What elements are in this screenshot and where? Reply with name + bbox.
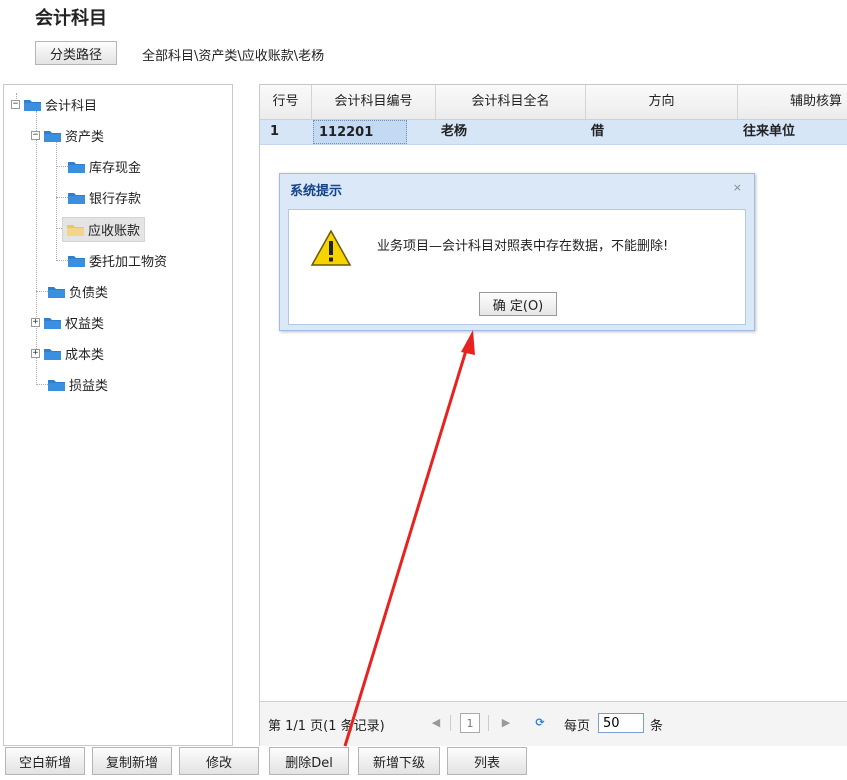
per-page-label: 每页 — [564, 719, 591, 734]
current-page-number[interactable]: 1 — [460, 713, 480, 733]
collapse-icon[interactable]: − — [11, 99, 20, 109]
tree-node-label: 应收账款 — [88, 223, 141, 239]
tree-node-cash[interactable]: 库存现金 — [68, 155, 141, 177]
tree-node-cost[interactable]: + 成本类 — [31, 342, 104, 364]
folder-icon — [68, 160, 85, 173]
pagination-bar: 第 1/1 页(1 条记录) ◀ 1 ▶ ⟳ 每页 条 — [260, 701, 847, 746]
category-path-button[interactable]: 分类路径 — [35, 41, 117, 65]
open-folder-icon — [67, 223, 84, 236]
folder-icon — [48, 378, 65, 391]
dialog-title: 系统提示 — [290, 184, 343, 199]
folder-icon — [68, 254, 85, 267]
page-title: 会计科目 — [35, 8, 107, 29]
add-child-button[interactable]: 新增下级 — [358, 747, 440, 775]
column-header-code[interactable]: 会计科目编号 — [312, 85, 436, 119]
tree-node-label: 库存现金 — [89, 160, 142, 176]
column-header-aux[interactable]: 辅助核算 — [738, 85, 847, 119]
tree-node-label: 银行存款 — [89, 191, 142, 207]
pager-divider — [450, 715, 451, 731]
refresh-icon[interactable]: ⟳ — [530, 713, 550, 733]
system-alert-dialog: 系统提示 × 业务项目—会计科目对照表中存在数据，不能删除! 确 定(O) — [279, 173, 755, 331]
tree-node-bank-deposit[interactable]: 银行存款 — [68, 186, 141, 208]
collapse-icon[interactable]: − — [31, 130, 40, 140]
folder-icon — [68, 191, 85, 204]
dialog-body: 业务项目—会计科目对照表中存在数据，不能删除! 确 定(O) — [288, 209, 746, 325]
expand-icon[interactable]: + — [31, 348, 40, 358]
folder-icon — [44, 347, 61, 360]
tree-node-liabilities[interactable]: 负债类 — [48, 280, 108, 302]
table-row[interactable]: 1 112201 老杨 借 往来单位 — [260, 120, 847, 145]
list-button[interactable]: 列表 — [447, 747, 527, 775]
tree-node-profit-loss[interactable]: 损益类 — [48, 373, 108, 395]
cell-code[interactable]: 112201 — [313, 120, 407, 144]
column-header-direction[interactable]: 方向 — [586, 85, 738, 119]
tree-node-label: 成本类 — [65, 347, 105, 363]
per-page-unit: 条 — [650, 719, 664, 734]
selected-node-highlight: 应收账款 — [62, 216, 146, 242]
tree-node-consigned-processing[interactable]: 委托加工物资 — [68, 249, 167, 271]
page-info: 第 1/1 页(1 条记录) — [268, 719, 385, 734]
tree-node-assets[interactable]: − 资产类 — [31, 124, 104, 146]
tree-node-label: 资产类 — [65, 129, 105, 145]
tree-node-label: 会计科目 — [45, 98, 98, 114]
pager-divider — [488, 715, 489, 731]
cell-direction: 借 — [591, 124, 605, 139]
warning-icon — [311, 230, 351, 266]
tree-node-root[interactable]: − 会计科目 — [11, 93, 97, 115]
breadcrumb: 全部科目\资产类\应收账款\老杨 — [142, 49, 325, 64]
folder-icon — [44, 316, 61, 329]
ok-button[interactable]: 确 定(O) — [479, 292, 557, 316]
column-header-name[interactable]: 会计科目全名 — [436, 85, 586, 119]
edit-button[interactable]: 修改 — [179, 747, 259, 775]
account-tree-panel: − 会计科目 − 资产类 库存现金 银行存款 应收账款 委托加工物资 负债类 +… — [3, 84, 233, 746]
copy-new-button[interactable]: 复制新增 — [92, 747, 172, 775]
column-header-row-no[interactable]: 行号 — [260, 85, 312, 119]
tree-node-accounts-receivable[interactable]: 应收账款 — [62, 216, 146, 242]
cell-name: 老杨 — [441, 124, 468, 139]
tree-node-label: 权益类 — [65, 316, 105, 332]
folder-icon — [48, 285, 65, 298]
dialog-message: 业务项目—会计科目对照表中存在数据，不能删除! — [377, 239, 669, 254]
per-page-input[interactable] — [598, 713, 644, 733]
tree-node-equity[interactable]: + 权益类 — [31, 311, 104, 333]
blank-new-button[interactable]: 空白新增 — [5, 747, 85, 775]
grid-header: 行号 会计科目编号 会计科目全名 方向 辅助核算 — [260, 85, 847, 120]
expand-icon[interactable]: + — [31, 317, 40, 327]
close-icon[interactable]: × — [733, 181, 742, 194]
prev-page-icon[interactable]: ◀ — [426, 713, 446, 733]
delete-button[interactable]: 删除Del — [269, 747, 349, 775]
next-page-icon[interactable]: ▶ — [496, 713, 516, 733]
cell-aux: 往来单位 — [743, 124, 796, 139]
folder-icon — [44, 129, 61, 142]
tree-node-label: 负债类 — [69, 285, 109, 301]
folder-icon — [24, 98, 41, 111]
cell-row-no: 1 — [270, 124, 280, 139]
tree-node-label: 损益类 — [69, 378, 109, 394]
tree-node-label: 委托加工物资 — [89, 254, 168, 270]
